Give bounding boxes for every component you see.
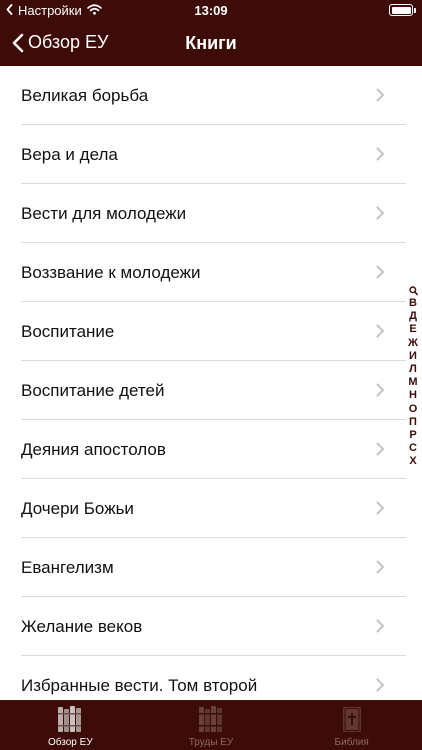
chevron-right-icon xyxy=(376,560,385,579)
tab-label: Библия xyxy=(334,737,369,748)
index-letter[interactable]: Р xyxy=(409,429,416,442)
index-letter[interactable]: Х xyxy=(409,455,416,468)
battery-icon xyxy=(389,4,416,16)
list-item[interactable]: Воспитание детей xyxy=(0,361,422,420)
index-letter[interactable]: Е xyxy=(409,323,416,336)
tab-label: Труды ЕУ xyxy=(188,737,234,748)
list-item-label: Деяния апостолов xyxy=(21,440,166,459)
tab-bible[interactable]: Библия xyxy=(281,700,422,750)
tab-label: Обзор ЕУ xyxy=(47,737,93,748)
tab-bar: Обзор ЕУ Труды ЕУ Библия xyxy=(0,700,422,750)
tab-works[interactable]: Труды ЕУ xyxy=(141,700,282,750)
list-item[interactable]: Вера и дела xyxy=(0,125,422,184)
clock: 13:09 xyxy=(194,3,228,18)
list-item-label: Избранные вести. Том второй xyxy=(21,676,258,695)
books-list[interactable]: Великая борьба Вера и дела Вести для мол… xyxy=(0,66,422,700)
list-item-label: Дочери Божьи xyxy=(21,499,134,518)
chevron-right-icon xyxy=(376,324,385,343)
search-icon[interactable] xyxy=(408,284,418,297)
list-item-label: Евангелизм xyxy=(21,558,114,577)
list-item-label: Воспитание xyxy=(21,322,115,341)
list-item[interactable]: Деяния апостолов xyxy=(0,420,422,479)
list-item[interactable]: Вести для молодежи xyxy=(0,184,422,243)
index-letter[interactable]: П xyxy=(409,416,417,429)
page-title: Книги xyxy=(185,33,237,53)
tab-overview[interactable]: Обзор ЕУ xyxy=(0,700,141,750)
index-letter[interactable]: Д xyxy=(409,310,417,323)
list-item-label: Воззвание к молодежи xyxy=(21,263,201,282)
index-letter[interactable]: М xyxy=(408,376,417,389)
chevron-right-icon xyxy=(376,619,385,638)
chevron-right-icon xyxy=(376,206,385,225)
list-item-label: Желание веков xyxy=(21,617,143,636)
chevron-right-icon xyxy=(376,383,385,402)
chevron-right-icon xyxy=(376,442,385,461)
index-letter[interactable]: И xyxy=(409,350,417,363)
list-item-label: Вера и дела xyxy=(21,145,118,164)
list-item[interactable]: Евангелизм xyxy=(0,538,422,597)
list-item[interactable]: Воззвание к молодежи xyxy=(0,243,422,302)
list-item[interactable]: Воспитание xyxy=(0,302,422,361)
index-letter[interactable]: Ж xyxy=(408,337,418,350)
index-letter[interactable]: В xyxy=(409,297,417,310)
chevron-right-icon xyxy=(376,147,385,166)
chevron-right-icon xyxy=(376,265,385,284)
status-bar: Настройки 13:09 xyxy=(0,0,422,22)
nav-bar: Обзор ЕУ Книги xyxy=(0,22,422,66)
list-item[interactable]: Дочери Божьи xyxy=(0,479,422,538)
list-item[interactable]: Желание веков xyxy=(0,597,422,656)
chevron-right-icon xyxy=(376,678,385,697)
list-item[interactable]: Избранные вести. Том второй xyxy=(0,656,422,700)
books-icon xyxy=(57,705,83,738)
list-item-label: Вести для молодежи xyxy=(21,204,187,223)
index-letter[interactable]: С xyxy=(409,442,417,455)
chevron-right-icon xyxy=(376,501,385,520)
chevron-right-icon xyxy=(376,88,385,107)
index-letter[interactable]: Н xyxy=(409,389,417,402)
header: Настройки 13:09 Обзор ЕУ Книги xyxy=(0,0,422,66)
bible-icon xyxy=(341,705,363,738)
index-letter[interactable]: Л xyxy=(409,363,417,376)
list-item[interactable]: Великая борьба xyxy=(0,66,422,125)
list-item-label: Великая борьба xyxy=(21,86,149,105)
list-item-label: Воспитание детей xyxy=(21,381,165,400)
index-letter[interactable]: О xyxy=(409,403,418,416)
books-icon xyxy=(198,705,224,738)
section-index[interactable]: В Д Е Ж И Л М Н О П Р С Х xyxy=(406,284,420,469)
